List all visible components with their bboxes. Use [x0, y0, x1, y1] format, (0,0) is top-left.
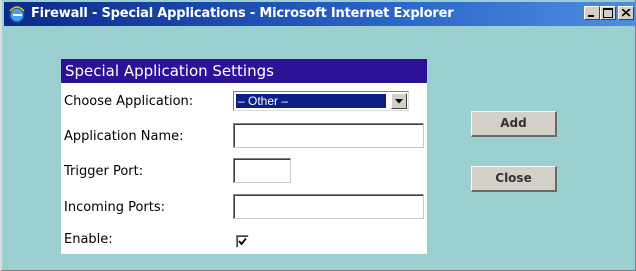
incoming-ports-label: Incoming Ports:	[64, 200, 165, 215]
title-bar[interactable]: Firewall - Special Applications - Micros…	[4, 2, 636, 26]
close-button[interactable]: Close	[471, 166, 557, 192]
application-name-input[interactable]	[233, 123, 424, 148]
minimize-icon[interactable]	[584, 6, 600, 20]
choose-application-label: Choose Application:	[64, 94, 194, 109]
choose-application-select[interactable]: – Other –	[233, 91, 409, 111]
choose-application-selected: – Other –	[235, 93, 387, 109]
panel-header: Special Application Settings	[61, 59, 427, 83]
incoming-ports-input[interactable]	[233, 194, 424, 219]
browser-window: Firewall - Special Applications - Micros…	[0, 0, 636, 271]
maximize-icon[interactable]	[600, 6, 616, 20]
special-application-settings-panel: Special Application Settings Choose Appl…	[61, 59, 427, 254]
trigger-port-input[interactable]	[233, 158, 291, 183]
add-button[interactable]: Add	[471, 111, 557, 137]
chevron-down-icon[interactable]	[391, 93, 407, 109]
internet-explorer-icon	[8, 5, 26, 23]
checkmark-icon	[238, 237, 247, 246]
application-name-label: Application Name:	[64, 129, 184, 144]
trigger-port-label: Trigger Port:	[64, 164, 144, 179]
enable-checkbox[interactable]	[236, 235, 249, 248]
close-icon[interactable]	[618, 6, 634, 20]
window-title: Firewall - Special Applications - Micros…	[31, 6, 454, 21]
enable-label: Enable:	[64, 232, 113, 247]
